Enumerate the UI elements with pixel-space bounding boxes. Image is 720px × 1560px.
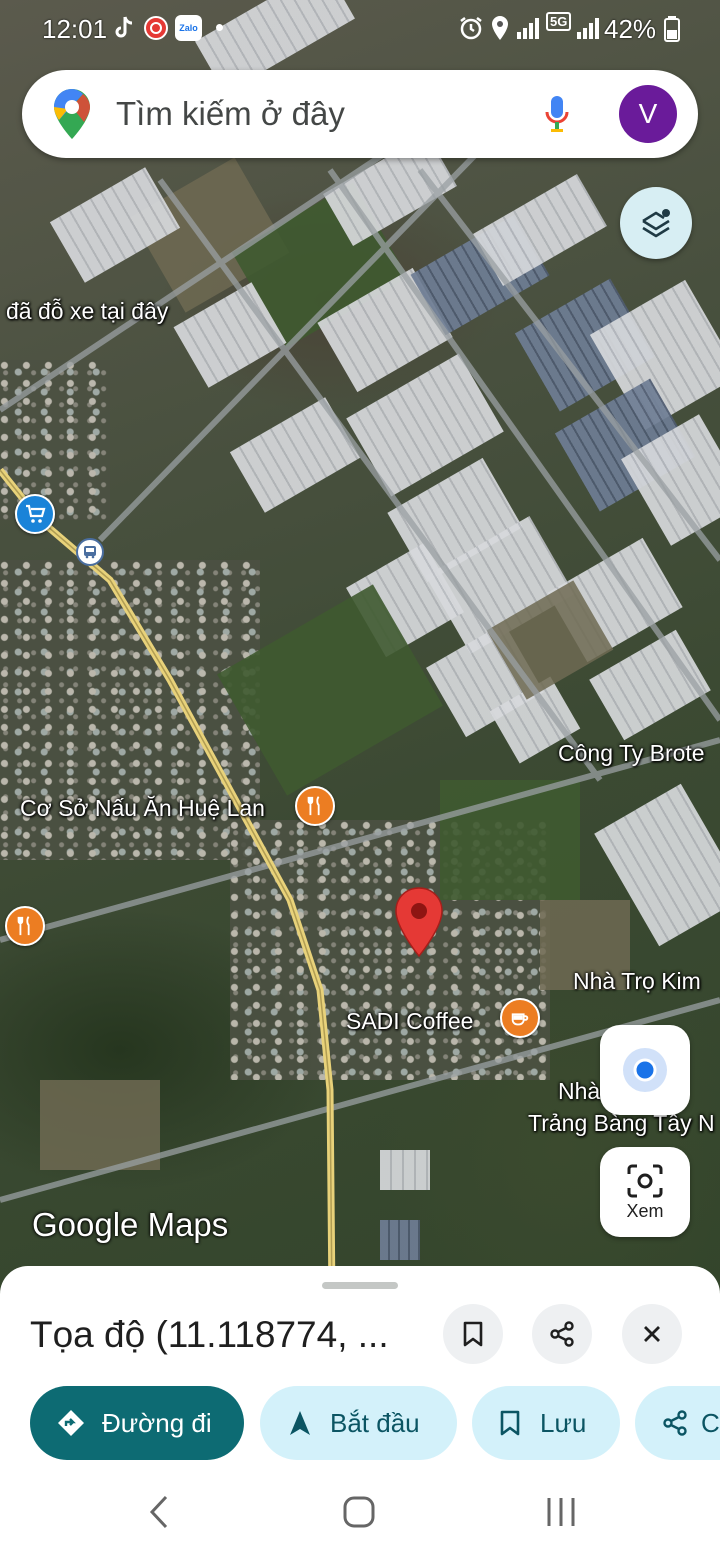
map-label-parked[interactable]: đã đỗ xe tại đây	[6, 298, 168, 325]
battery-percent: 42%	[604, 14, 657, 44]
place-bottom-sheet[interactable]: Tọa độ (11.118774, ... Đường đi Bắt đầu …	[0, 1266, 720, 1560]
alarm-icon	[460, 17, 482, 40]
shopping-cart-icon[interactable]	[15, 494, 55, 534]
bookmark-icon	[463, 1321, 483, 1347]
close-icon	[644, 1326, 660, 1342]
restaurant-icon[interactable]	[5, 906, 45, 946]
network-type-badge: 5G	[546, 12, 572, 31]
coffee-icon[interactable]	[500, 998, 540, 1038]
close-button[interactable]	[622, 1304, 682, 1364]
bookmark-button[interactable]	[443, 1304, 503, 1364]
lens-view-label: Xem	[626, 1200, 664, 1221]
map-label-sadi-coffee[interactable]: SADI Coffee	[346, 1008, 473, 1035]
google-maps-watermark: Google Maps	[32, 1206, 229, 1243]
map-label-nha-tro-kim[interactable]: Nhà Trọ Kim	[573, 968, 701, 995]
location-icon	[492, 16, 508, 40]
bus-stop-icon[interactable]	[76, 538, 104, 566]
home-nav-icon[interactable]	[342, 1495, 376, 1529]
navigation-arrow-icon	[290, 1411, 310, 1435]
share-icon	[550, 1321, 574, 1347]
layers-icon	[642, 209, 670, 238]
microphone-icon[interactable]	[545, 94, 569, 134]
share-icon	[663, 1410, 687, 1436]
start-label: Bắt đầu	[330, 1407, 420, 1438]
map-label-brotex[interactable]: Công Ty Brote	[558, 740, 705, 767]
place-title: Tọa độ (11.118774, ...	[30, 1314, 389, 1355]
status-time: 12:01	[42, 14, 108, 44]
account-avatar[interactable]: V	[619, 85, 677, 143]
save-label: Lưu	[540, 1407, 587, 1438]
signal-strength-icon-2	[577, 18, 599, 39]
share-chip-button[interactable]: C	[635, 1386, 720, 1460]
search-placeholder[interactable]: Tìm kiếm ở đây	[116, 95, 345, 133]
my-location-button[interactable]	[600, 1025, 690, 1115]
back-nav-icon[interactable]	[146, 1494, 172, 1530]
layers-button[interactable]	[620, 187, 692, 259]
directions-button[interactable]: Đường đi	[30, 1386, 244, 1460]
zalo-icon: Zalo	[175, 15, 202, 41]
signal-strength-icon	[517, 18, 539, 39]
more-notifications-dot	[216, 24, 223, 31]
status-bar: 12:01 Zalo 5G 42%	[0, 0, 720, 56]
share-chip-label: C	[701, 1407, 720, 1438]
drag-handle[interactable]	[322, 1282, 398, 1289]
dropped-pin-icon[interactable]	[393, 886, 445, 958]
map-label-nha[interactable]: Nhà	[558, 1078, 600, 1105]
save-button[interactable]: Lưu	[472, 1386, 620, 1460]
start-button[interactable]: Bắt đầu	[260, 1386, 457, 1460]
search-bar[interactable]: Tìm kiếm ở đây V	[22, 70, 698, 158]
camera-lens-icon	[627, 1164, 663, 1197]
restaurant-icon[interactable]	[295, 786, 335, 826]
recents-nav-icon[interactable]	[544, 1495, 578, 1529]
notification-app-icon	[144, 16, 168, 40]
directions-label: Đường đi	[102, 1407, 212, 1438]
my-location-icon	[623, 1048, 667, 1092]
bookmark-icon	[500, 1410, 520, 1436]
map-label-hue-lan[interactable]: Cơ Sở Nấu Ăn Huệ Lan	[20, 795, 265, 822]
tiktok-icon	[115, 16, 133, 38]
lens-view-button[interactable]: Xem	[600, 1147, 690, 1237]
directions-icon	[58, 1410, 84, 1436]
share-button[interactable]	[532, 1304, 592, 1364]
google-maps-logo-icon	[54, 89, 90, 139]
battery-icon	[664, 16, 680, 42]
